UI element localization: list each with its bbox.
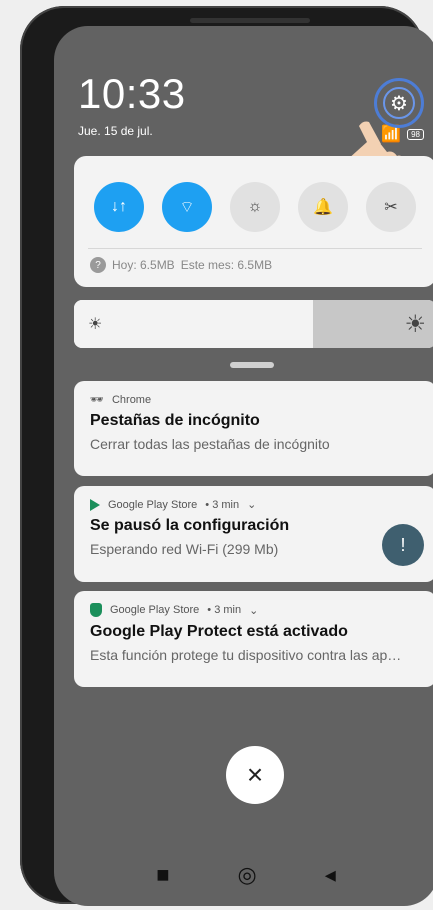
sound-toggle[interactable]: 🔔 xyxy=(298,182,348,232)
screenshot-icon: ✂ xyxy=(384,199,398,216)
notification-header: 🕶 Chrome xyxy=(90,393,420,407)
notification-play-store-setup[interactable]: Google Play Store • 3 min ⌄ Se pausó la … xyxy=(74,486,433,582)
flashlight-icon: ☼ xyxy=(247,198,263,215)
clear-notifications-button[interactable]: × xyxy=(226,746,284,804)
shield-icon xyxy=(90,603,102,617)
data-usage-icon: ? xyxy=(90,257,106,273)
bell-icon: 🔔 xyxy=(313,199,333,216)
chevron-down-icon[interactable]: ⌄ xyxy=(247,498,256,511)
close-icon: × xyxy=(246,759,264,790)
notification-body: Esta función protege tu dispositivo cont… xyxy=(90,647,402,663)
notification-time: • 3 min xyxy=(205,498,240,511)
navigation-bar: ■ ◎ ◂ xyxy=(54,862,433,888)
brightness-fill xyxy=(74,300,313,348)
screenshot-toggle[interactable]: ✂ xyxy=(366,182,416,232)
incognito-icon: 🕶 xyxy=(90,394,104,406)
notification-app-name: Chrome xyxy=(111,393,152,406)
phone-frame: 10:33 Jue. 15 de jul. 📶 98 ⚙ ↓↑ ⌔ ☼ 🔔 ✂ … xyxy=(20,6,433,906)
gear-icon: ⚙ xyxy=(390,92,408,115)
home-button[interactable]: ◎ xyxy=(238,862,257,888)
notification-title: Se pausó la configuración xyxy=(90,517,290,534)
data-usage-row[interactable]: ? Hoy: 6.5MB Este mes: 6.5MB xyxy=(74,249,433,281)
drag-handle[interactable] xyxy=(230,362,274,368)
data-usage-month: Este mes: 6.5MB xyxy=(180,258,273,272)
notification-title: Pestañas de incógnito xyxy=(90,412,260,429)
quick-settings-panel: ↓↑ ⌔ ☼ 🔔 ✂ ? Hoy: 6.5MB Este mes: 6.5MB xyxy=(74,156,433,287)
back-button[interactable]: ◂ xyxy=(325,862,336,888)
notification-time: • 3 min xyxy=(207,604,242,616)
brightness-high-icon: ☀ xyxy=(404,311,426,338)
notification-play-protect[interactable]: Google Play Store • 3 min ⌄ Google Play … xyxy=(74,591,433,687)
chevron-down-icon[interactable]: ⌄ xyxy=(249,604,258,617)
notification-app-name: Google Play Store xyxy=(108,498,198,511)
notification-title: Google Play Protect está activado xyxy=(90,623,348,640)
brightness-slider[interactable]: ☀ ☀ xyxy=(74,300,433,348)
notification-header: Google Play Store • 3 min ⌄ xyxy=(90,603,420,617)
brightness-low-icon: ☀ xyxy=(88,316,103,333)
status-time: 10:33 xyxy=(78,70,186,117)
notification-shade: 10:33 Jue. 15 de jul. 📶 98 ⚙ ↓↑ ⌔ ☼ 🔔 ✂ … xyxy=(54,26,433,906)
notification-header: Google Play Store • 3 min ⌄ xyxy=(90,498,420,511)
notification-app-name: Google Play Store xyxy=(110,604,200,616)
status-date: Jue. 15 de jul. xyxy=(78,124,153,138)
flashlight-toggle[interactable]: ☼ xyxy=(230,182,280,232)
mobile-data-toggle[interactable]: ↓↑ xyxy=(94,182,144,232)
data-arrows-icon: ↓↑ xyxy=(111,198,127,215)
wifi-toggle[interactable]: ⌔ xyxy=(162,182,212,232)
recents-button[interactable]: ■ xyxy=(156,862,169,888)
notification-body: Cerrar todas las pestañas de incógnito xyxy=(90,436,330,452)
notification-body: Esperando red Wi-Fi (299 Mb) xyxy=(90,541,279,557)
quick-settings-row: ↓↑ ⌔ ☼ 🔔 ✂ xyxy=(74,156,433,232)
speaker-grille xyxy=(190,18,310,23)
wifi-alert-icon: ! xyxy=(382,524,424,566)
play-store-icon xyxy=(90,498,100,511)
wifi-icon: ⌔ xyxy=(179,199,195,216)
notification-chrome[interactable]: 🕶 Chrome Pestañas de incógnito Cerrar to… xyxy=(74,381,433,476)
data-usage-today: Hoy: 6.5MB xyxy=(112,258,175,272)
